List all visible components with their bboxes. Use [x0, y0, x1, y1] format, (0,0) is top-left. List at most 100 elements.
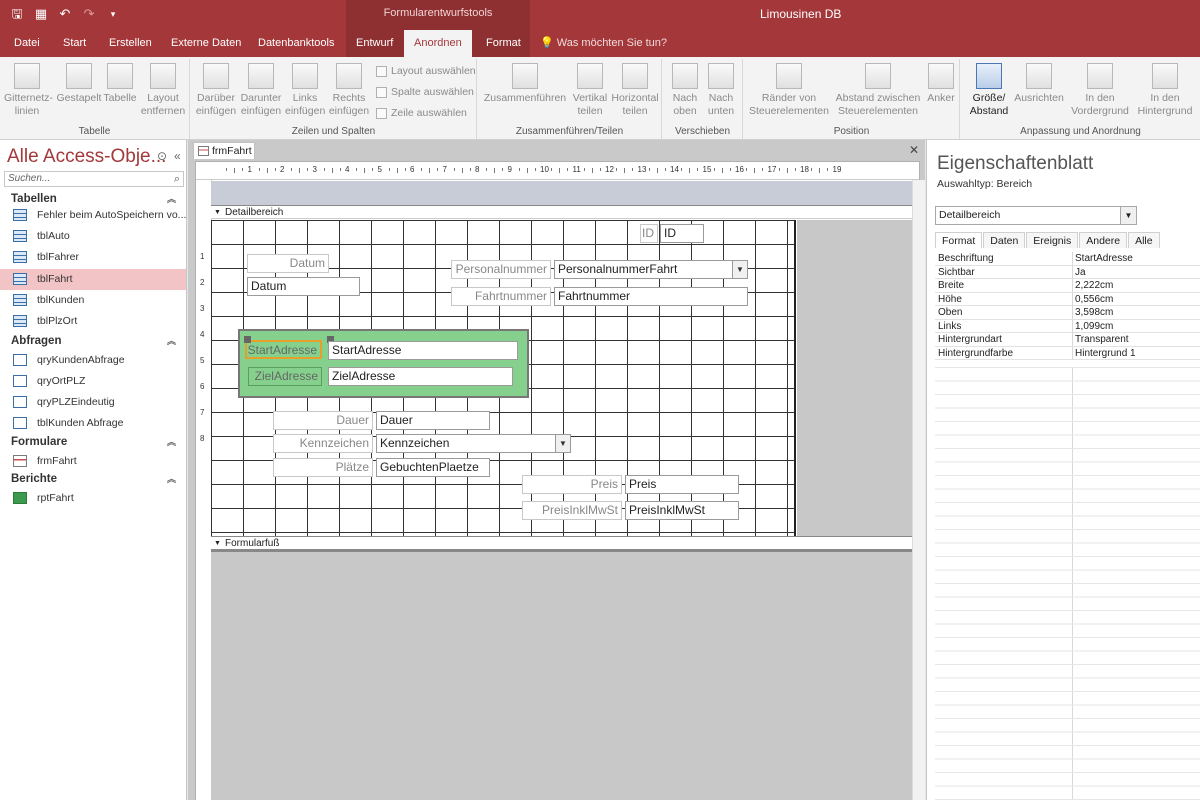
- zeile-auswaehlen-button[interactable]: Zeile auswählen: [376, 107, 467, 119]
- darueber-einfuegen-button[interactable]: Darüber einfügen: [195, 63, 237, 118]
- layout-view-icon[interactable]: ▦: [32, 5, 50, 23]
- tabelle-button[interactable]: Tabelle: [102, 63, 138, 105]
- nav-item-table[interactable]: tblPlzOrt: [0, 311, 186, 332]
- label-zieladresse[interactable]: ZielAdresse: [248, 367, 322, 386]
- label-datum[interactable]: Datum: [247, 254, 329, 273]
- links-einfuegen-button[interactable]: Links einfügen: [285, 63, 325, 118]
- nav-item-table[interactable]: tblAuto: [0, 226, 186, 247]
- label-plaetze[interactable]: Plätze: [273, 458, 373, 477]
- field-preisinklmwst[interactable]: PreisInklMwSt: [625, 501, 739, 520]
- search-icon[interactable]: ⌕: [174, 172, 180, 186]
- undo-icon[interactable]: ↶: [56, 5, 74, 23]
- ps-tab-daten[interactable]: Daten: [983, 232, 1026, 248]
- gitternetzlinien-button[interactable]: Gitternetz- linien: [4, 63, 53, 118]
- label-preisinklmwst[interactable]: PreisInklMwSt: [522, 501, 622, 520]
- nach-oben-button[interactable]: Nach oben: [667, 63, 703, 118]
- tab-datei[interactable]: Datei: [4, 30, 50, 57]
- nav-item-query[interactable]: qryOrtPLZ: [0, 371, 186, 392]
- tab-entwurf[interactable]: Entwurf: [346, 30, 403, 57]
- tab-datenbanktools[interactable]: Datenbanktools: [248, 30, 344, 57]
- vertikal-teilen-button[interactable]: Vertikal teilen: [570, 63, 610, 118]
- label-fahrtnummer[interactable]: Fahrtnummer: [451, 287, 551, 306]
- label-startadresse[interactable]: StartAdresse: [245, 340, 322, 359]
- vordergrund-button[interactable]: In den Vordergrund: [1067, 63, 1133, 118]
- ps-tab-alle[interactable]: Alle: [1128, 232, 1160, 248]
- gestapelt-button[interactable]: Gestapelt: [56, 63, 102, 105]
- label-preis[interactable]: Preis: [522, 475, 622, 494]
- nav-section-formulare[interactable]: Formulare ︽: [0, 433, 186, 451]
- customize-qat-icon[interactable]: ▾: [104, 5, 122, 23]
- field-dauer[interactable]: Dauer: [376, 411, 490, 430]
- vertical-scrollbar[interactable]: [912, 180, 925, 800]
- redo-icon[interactable]: ↷: [80, 5, 98, 23]
- label-dauer[interactable]: Dauer: [273, 411, 373, 430]
- nav-search-input[interactable]: Suchen... ⌕: [4, 171, 184, 187]
- nav-item-query[interactable]: qryPLZEindeutig: [0, 392, 186, 413]
- ps-tab-format[interactable]: Format: [935, 232, 983, 248]
- tab-format[interactable]: Format: [476, 30, 531, 57]
- save-icon[interactable]: 🖫: [8, 5, 26, 23]
- nav-item-table[interactable]: tblKunden: [0, 290, 186, 311]
- raender-button[interactable]: Ränder von Steuerelementen: [744, 63, 834, 118]
- layout-auswaehlen-button[interactable]: Layout auswählen: [376, 65, 476, 77]
- field-zieladresse[interactable]: ZielAdresse: [328, 367, 513, 386]
- ps-tab-ereignis[interactable]: Ereignis: [1026, 232, 1079, 248]
- label-kennzeichen[interactable]: Kennzeichen: [273, 434, 373, 453]
- combo-kennzeichen[interactable]: Kennzeichen ▼: [376, 434, 571, 453]
- nav-title[interactable]: Alle Access-Obje...: [7, 146, 166, 168]
- close-document-icon[interactable]: ✕: [909, 143, 919, 157]
- nav-item-report[interactable]: rptFahrt: [0, 488, 186, 509]
- tell-me-box[interactable]: 💡 Was möchten Sie tun?: [540, 30, 667, 57]
- field-startadresse[interactable]: StartAdresse: [328, 341, 518, 360]
- darunter-einfuegen-button[interactable]: Darunter einfügen: [239, 63, 283, 118]
- property-row[interactable]: Hintergrundfarbe Hintergrund 1: [935, 346, 1200, 360]
- nav-item-query[interactable]: qryKundenAbfrage: [0, 350, 186, 371]
- nav-item-form[interactable]: frmFahrt: [0, 451, 186, 472]
- label-personalnummer[interactable]: Personalnummer: [451, 260, 551, 279]
- combo-personalnummer[interactable]: PersonalnummerFahrt ▼: [554, 260, 748, 279]
- tab-externe-daten[interactable]: Externe Daten: [161, 30, 251, 57]
- horizontal-teilen-button[interactable]: Horizontal teilen: [610, 63, 660, 118]
- object-selector-dropdown[interactable]: Detailbereich ▼: [935, 206, 1137, 225]
- property-row[interactable]: Links 1,099cm: [935, 319, 1200, 333]
- anker-button[interactable]: Anker: [924, 63, 958, 105]
- nav-item-table[interactable]: tblFahrer: [0, 247, 186, 268]
- hintergrund-button[interactable]: In den Hintergrund: [1133, 63, 1197, 118]
- rechts-einfuegen-button[interactable]: Rechts einfügen: [327, 63, 371, 118]
- nav-item-table-selected[interactable]: tblFahrt: [0, 269, 186, 290]
- nav-item-query[interactable]: tblKunden Abfrage: [0, 413, 186, 434]
- ausrichten-button[interactable]: Ausrichten: [1013, 63, 1065, 105]
- nav-section-abfragen[interactable]: Abfragen ︽: [0, 332, 186, 350]
- field-gebuchtenplaetze[interactable]: GebuchtenPlaetze: [376, 458, 490, 477]
- nav-section-berichte[interactable]: Berichte ︽: [0, 470, 186, 488]
- field-preis[interactable]: Preis: [625, 475, 739, 494]
- tab-erstellen[interactable]: Erstellen: [99, 30, 162, 57]
- chevron-down-icon[interactable]: ▼: [732, 261, 747, 278]
- tab-start[interactable]: Start: [53, 30, 96, 57]
- property-row[interactable]: Hintergrundart Transparent: [935, 333, 1200, 347]
- spalte-auswaehlen-button[interactable]: Spalte auswählen: [376, 86, 474, 98]
- field-id[interactable]: ID: [660, 224, 704, 243]
- field-fahrtnummer[interactable]: Fahrtnummer: [554, 287, 748, 306]
- property-row[interactable]: Höhe 0,556cm: [935, 292, 1200, 306]
- tab-anordnen[interactable]: Anordnen: [404, 30, 472, 57]
- zusammenfuehren-button[interactable]: Zusammenführen: [482, 63, 568, 105]
- layout-entfernen-button[interactable]: Layout entfernen: [140, 63, 186, 118]
- chevron-down-icon[interactable]: ▼: [1120, 207, 1136, 224]
- label-id[interactable]: ID: [640, 224, 658, 243]
- abstand-button[interactable]: Abstand zwischen Steuerelementen: [832, 63, 924, 118]
- section-bar-footer[interactable]: Formularfuß: [211, 536, 912, 551]
- nach-unten-button[interactable]: Nach unten: [703, 63, 739, 118]
- chevron-down-icon[interactable]: ▼: [555, 435, 570, 452]
- document-tab-frmfahrt[interactable]: frmFahrt: [193, 142, 255, 159]
- nav-menu-icon[interactable]: ⊙: [157, 149, 167, 163]
- groesse-abstand-button[interactable]: Größe/ Abstand: [965, 63, 1013, 118]
- property-row[interactable]: Breite 2,222cm: [935, 279, 1200, 293]
- resize-handle[interactable]: [244, 336, 251, 343]
- property-row[interactable]: Sichtbar Ja: [935, 265, 1200, 279]
- ps-tab-andere[interactable]: Andere: [1079, 232, 1128, 248]
- section-bar-detail[interactable]: Detailbereich: [211, 205, 912, 220]
- collapse-pane-icon[interactable]: «: [174, 149, 181, 163]
- property-row[interactable]: Beschriftung StartAdresse: [935, 252, 1200, 266]
- field-datum[interactable]: Datum: [247, 277, 360, 296]
